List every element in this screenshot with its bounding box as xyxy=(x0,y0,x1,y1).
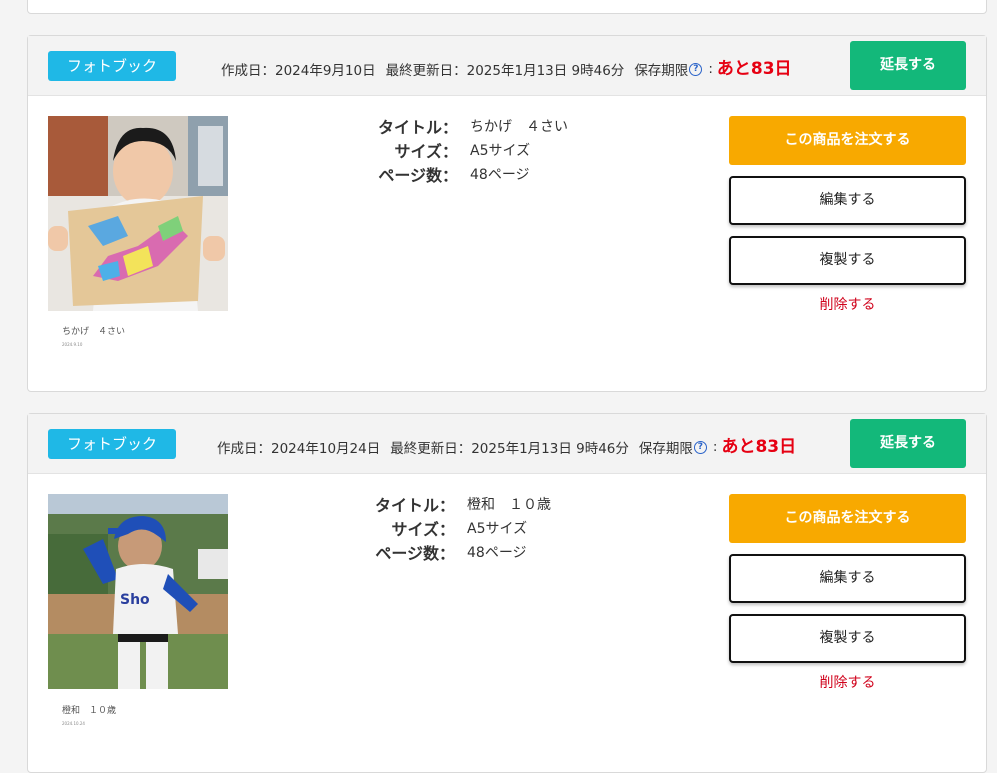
size-label: サイズ： xyxy=(394,142,458,161)
remaining-days: あと83日 xyxy=(716,59,792,79)
order-button[interactable]: この商品を注文する xyxy=(729,116,966,165)
retention-label: 保存期限 xyxy=(638,440,693,457)
duplicate-button[interactable]: 複製する xyxy=(729,614,966,663)
pages-value: 48ページ xyxy=(470,167,530,183)
photobook-thumbnail[interactable] xyxy=(48,116,228,311)
edit-button[interactable]: 編集する xyxy=(729,554,966,603)
title-value: ちかげ ４さい xyxy=(470,119,568,135)
created-date: 2024年10月24日 xyxy=(271,440,381,457)
duplicate-button[interactable]: 複製する xyxy=(729,236,966,285)
remaining-days: あと83日 xyxy=(721,437,797,457)
project-card: フォトブック 作成日： 2024年9月10日 最終更新日： 2025年1月13日… xyxy=(27,35,987,392)
previous-project-card xyxy=(27,0,987,14)
order-button[interactable]: この商品を注文する xyxy=(729,494,966,543)
pages-label: ページ数： xyxy=(375,544,455,563)
pages-label: ページ数： xyxy=(378,166,458,185)
updated-date: 2025年1月13日 9時46分 xyxy=(471,440,629,457)
project-card: フォトブック 作成日： 2024年10月24日 最終更新日： 2025年1月13… xyxy=(27,413,987,773)
help-icon[interactable]: ? xyxy=(693,441,707,454)
pages-value: 48ページ xyxy=(467,545,527,561)
extend-button[interactable]: 延長する xyxy=(850,419,966,468)
title-label: タイトル： xyxy=(377,118,458,137)
updated-label: 最終更新日： xyxy=(385,62,467,79)
updated-label: 最終更新日： xyxy=(390,440,472,457)
thumbnail-caption: 橙和 １０歳 xyxy=(62,706,117,716)
product-type-badge: フォトブック xyxy=(48,51,176,81)
project-meta: 作成日： 2024年9月10日 最終更新日： 2025年1月13日 9時46分 … xyxy=(221,56,792,81)
photobook-thumbnail[interactable]: Sho xyxy=(48,494,228,689)
retention-label: 保存期限 xyxy=(634,62,689,79)
project-meta: 作成日： 2024年10月24日 最終更新日： 2025年1月13日 9時46分… xyxy=(217,434,796,459)
updated-date: 2025年1月13日 9時46分 xyxy=(466,62,625,79)
delete-link[interactable]: 削除する xyxy=(729,672,966,692)
child-baseball-photo: Sho xyxy=(48,494,228,689)
project-info: タイトル： 橙和 １０歳 サイズ： A5サイズ ページ数： 48ページ xyxy=(335,492,551,564)
project-card-header: フォトブック 作成日： 2024年10月24日 最終更新日： 2025年1月13… xyxy=(28,414,986,474)
thumbnail-caption: ちかげ ４さい xyxy=(62,327,126,337)
size-value: A5サイズ xyxy=(467,521,528,537)
edit-button[interactable]: 編集する xyxy=(729,176,966,225)
thumbnail-date: 2024.9.10 xyxy=(62,342,83,347)
project-card-header: フォトブック 作成日： 2024年9月10日 最終更新日： 2025年1月13日… xyxy=(28,36,986,96)
created-label: 作成日： xyxy=(217,440,271,457)
size-label: サイズ： xyxy=(391,520,455,539)
thumbnail-date: 2024.10.24 xyxy=(62,721,85,726)
size-value: A5サイズ xyxy=(470,143,531,159)
svg-text:Sho: Sho xyxy=(120,592,150,608)
extend-button[interactable]: 延長する xyxy=(850,41,966,90)
project-info: タイトル： ちかげ ４さい サイズ： A5サイズ ページ数： 48ページ xyxy=(338,114,568,186)
delete-link[interactable]: 削除する xyxy=(729,294,966,314)
title-label: タイトル： xyxy=(374,496,455,515)
product-type-badge: フォトブック xyxy=(48,429,176,459)
created-date: 2024年9月10日 xyxy=(275,62,376,79)
created-label: 作成日： xyxy=(221,62,275,79)
help-icon[interactable]: ? xyxy=(689,63,703,76)
title-value: 橙和 １０歳 xyxy=(467,497,551,513)
child-with-map-puzzle-photo xyxy=(48,116,228,311)
